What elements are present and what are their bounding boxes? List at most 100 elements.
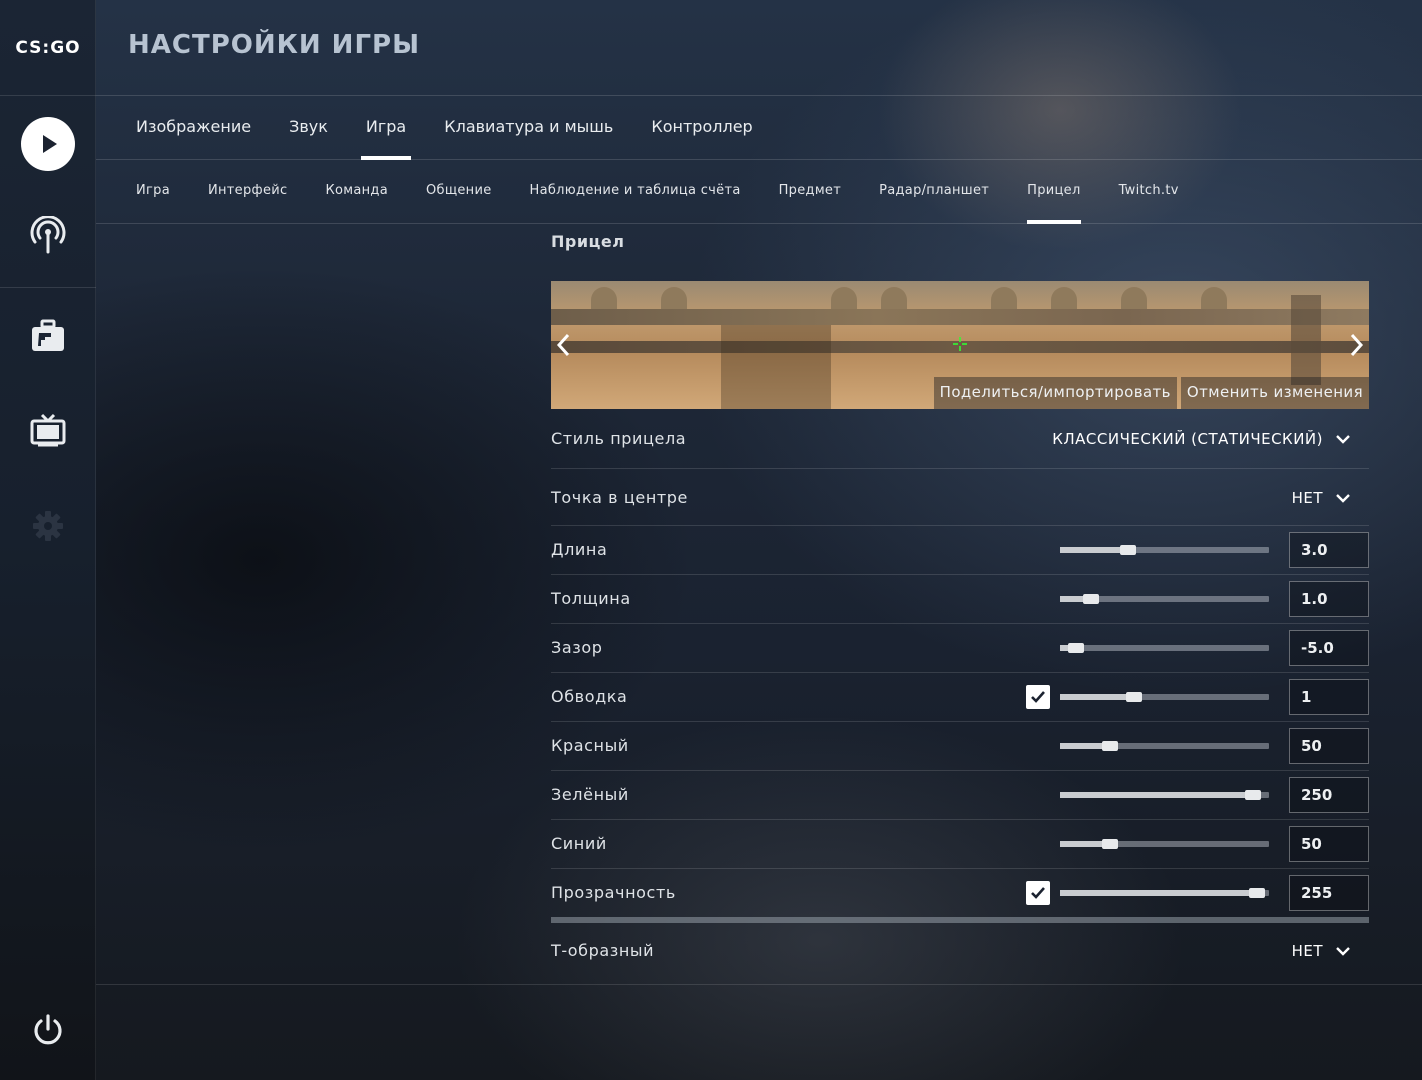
subtab-game[interactable]: Игра bbox=[96, 160, 189, 224]
setting-label: Стиль прицела bbox=[551, 429, 687, 448]
chevron-right-icon bbox=[1350, 333, 1364, 357]
crosshair-style-dropdown[interactable]: КЛАССИЧЕСКИЙ (СТАТИЧЕСКИЙ) bbox=[1052, 430, 1351, 448]
slider-fill bbox=[1060, 792, 1253, 798]
play-button[interactable] bbox=[0, 96, 96, 192]
broadcast-icon bbox=[28, 215, 68, 260]
revert-changes-button[interactable]: Отменить изменения bbox=[1180, 377, 1369, 409]
tv-icon bbox=[30, 413, 66, 451]
slider-fill bbox=[1060, 890, 1257, 896]
setting-label: Длина bbox=[551, 540, 608, 559]
subtab-team[interactable]: Команда bbox=[306, 160, 407, 224]
setting-row-alpha: Прозрачность 255 bbox=[551, 869, 1369, 917]
length-slider[interactable] bbox=[1060, 545, 1269, 555]
alpha-slider[interactable] bbox=[1060, 888, 1269, 898]
subtab-interface[interactable]: Интерфейс bbox=[189, 160, 306, 224]
settings-button[interactable] bbox=[0, 480, 96, 576]
setting-label: Т-образный bbox=[551, 941, 655, 960]
setting-label: Красный bbox=[551, 736, 629, 755]
green-slider[interactable] bbox=[1060, 790, 1269, 800]
setting-row-thickness: Толщина 1.0 bbox=[551, 575, 1369, 624]
setting-row-center-dot: Точка в центре НЕТ bbox=[551, 469, 1369, 526]
crosshair-icon bbox=[953, 337, 967, 351]
setting-row-outline: Обводка 1 bbox=[551, 673, 1369, 722]
thickness-slider[interactable] bbox=[1060, 594, 1269, 604]
tab-image[interactable]: Изображение bbox=[96, 96, 270, 160]
chevron-left-icon bbox=[556, 333, 570, 357]
setting-label: Толщина bbox=[551, 589, 631, 608]
dropdown-value: КЛАССИЧЕСКИЙ (СТАТИЧЕСКИЙ) bbox=[1052, 430, 1323, 448]
subtab-twitch[interactable]: Twitch.tv bbox=[1100, 160, 1198, 224]
inventory-icon bbox=[30, 319, 66, 357]
thickness-value-input[interactable]: 1.0 bbox=[1289, 581, 1369, 617]
setting-row-t-style: Т-образный НЕТ bbox=[551, 923, 1369, 969]
slider-thumb[interactable] bbox=[1120, 545, 1136, 555]
setting-row-red: Красный 50 bbox=[551, 722, 1369, 771]
tab-keyboard-mouse[interactable]: Клавиатура и мышь bbox=[425, 96, 632, 160]
setting-row-style: Стиль прицела КЛАССИЧЕСКИЙ (СТАТИЧЕСКИЙ) bbox=[551, 410, 1369, 469]
setting-row-green: Зелёный 250 bbox=[551, 771, 1369, 820]
inventory-button[interactable] bbox=[0, 290, 96, 386]
tab-game[interactable]: Игра bbox=[347, 96, 425, 160]
slider-thumb[interactable] bbox=[1102, 741, 1118, 751]
logo-text: CS:GO bbox=[15, 37, 81, 58]
tab-sound[interactable]: Звук bbox=[270, 96, 347, 160]
subtab-item[interactable]: Предмет bbox=[760, 160, 861, 224]
sidebar: CS:GO bbox=[0, 0, 96, 1080]
alpha-checkbox[interactable] bbox=[1026, 881, 1050, 905]
slider-thumb[interactable] bbox=[1126, 692, 1142, 702]
watch-button[interactable] bbox=[0, 384, 96, 480]
section-title: Прицел bbox=[551, 232, 625, 251]
gear-icon bbox=[32, 510, 64, 546]
checkmark-icon bbox=[1031, 691, 1045, 703]
outline-slider[interactable] bbox=[1060, 692, 1269, 702]
setting-row-gap: Зазор -5.0 bbox=[551, 624, 1369, 673]
page-title: НАСТРОЙКИ ИГРЫ bbox=[128, 30, 421, 60]
preview-next-arrow[interactable] bbox=[1347, 331, 1367, 359]
slider-fill bbox=[1060, 694, 1134, 700]
preview-prev-arrow[interactable] bbox=[553, 331, 573, 359]
dropdown-value: НЕТ bbox=[1291, 489, 1323, 507]
sub-tabs: Игра Интерфейс Команда Общение Наблюдени… bbox=[96, 160, 1198, 224]
tab-controller[interactable]: Контроллер bbox=[632, 96, 771, 160]
center-dot-dropdown[interactable]: НЕТ bbox=[1292, 489, 1351, 507]
subtab-radar[interactable]: Радар/планшет bbox=[860, 160, 1008, 224]
csgo-logo[interactable]: CS:GO bbox=[0, 0, 96, 96]
subtab-spectator-scoreboard[interactable]: Наблюдение и таблица счёта bbox=[511, 160, 760, 224]
setting-label: Точка в центре bbox=[551, 488, 689, 507]
dropdown-value: НЕТ bbox=[1291, 942, 1323, 960]
slider-thumb[interactable] bbox=[1083, 594, 1099, 604]
broadcast-button[interactable] bbox=[0, 190, 96, 286]
setting-label: Зелёный bbox=[551, 785, 629, 804]
power-button[interactable] bbox=[0, 984, 96, 1080]
setting-label: Синий bbox=[551, 834, 607, 853]
blue-slider[interactable] bbox=[1060, 839, 1269, 849]
outline-value-input[interactable]: 1 bbox=[1289, 679, 1369, 715]
red-value-input[interactable]: 50 bbox=[1289, 728, 1369, 764]
gap-slider[interactable] bbox=[1060, 643, 1269, 653]
length-value-input[interactable]: 3.0 bbox=[1289, 532, 1369, 568]
play-icon bbox=[21, 117, 75, 171]
alpha-value-input[interactable]: 255 bbox=[1289, 875, 1369, 911]
slider-thumb[interactable] bbox=[1068, 643, 1084, 653]
outline-checkbox[interactable] bbox=[1026, 685, 1050, 709]
slider-thumb[interactable] bbox=[1245, 790, 1261, 800]
green-value-input[interactable]: 250 bbox=[1289, 777, 1369, 813]
main-tabs: Изображение Звук Игра Клавиатура и мышь … bbox=[96, 96, 772, 160]
setting-row-length: Длина 3.0 bbox=[551, 526, 1369, 575]
slider-thumb[interactable] bbox=[1249, 888, 1265, 898]
red-slider[interactable] bbox=[1060, 741, 1269, 751]
t-style-dropdown[interactable]: НЕТ bbox=[1292, 942, 1351, 960]
share-import-button[interactable]: Поделиться/импортировать bbox=[933, 377, 1177, 409]
gap-value-input[interactable]: -5.0 bbox=[1289, 630, 1369, 666]
chevron-down-icon bbox=[1336, 494, 1350, 503]
setting-label: Зазор bbox=[551, 638, 603, 657]
subtab-crosshair[interactable]: Прицел bbox=[1008, 160, 1099, 224]
setting-row-blue: Синий 50 bbox=[551, 820, 1369, 869]
setting-label: Обводка bbox=[551, 687, 628, 706]
blue-value-input[interactable]: 50 bbox=[1289, 826, 1369, 862]
checkmark-icon bbox=[1031, 887, 1045, 899]
slider-thumb[interactable] bbox=[1102, 839, 1118, 849]
subtab-communication[interactable]: Общение bbox=[407, 160, 511, 224]
setting-label: Прозрачность bbox=[551, 883, 676, 902]
slider-fill bbox=[1060, 547, 1128, 553]
